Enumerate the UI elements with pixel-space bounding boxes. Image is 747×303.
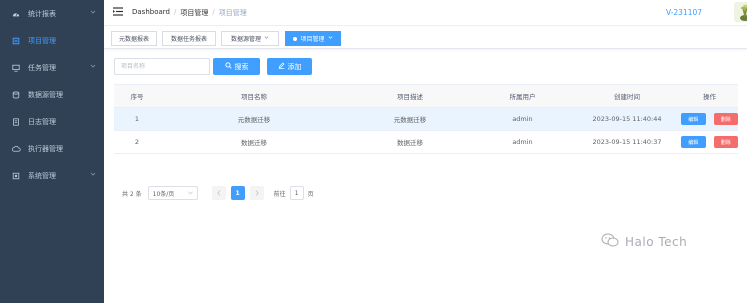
table-row[interactable]: 2 数据迁移 数据迁移 admin 2023-09-15 11:40:37 编辑… (114, 131, 738, 154)
watermark-text: Halo Tech (625, 234, 688, 249)
sidebar-item-label: 项目管理 (28, 36, 56, 45)
tag-label: 项目管理 (300, 36, 325, 43)
breadcrumb-separator: / (212, 8, 215, 16)
tag-project-management[interactable]: 项目管理 (285, 31, 341, 46)
project-name-input[interactable] (114, 58, 210, 75)
sidebar-item-label: 统计报表 (28, 9, 56, 18)
settings-icon (8, 172, 24, 180)
sidebar-item-executors[interactable]: 执行器管理 (0, 135, 104, 162)
close-icon[interactable] (264, 35, 269, 42)
cell-user: admin (512, 138, 533, 146)
gauge-icon (8, 10, 24, 18)
wechat-icon (601, 233, 619, 250)
column-header: 操作 (703, 93, 716, 101)
sidebar-item-datasource[interactable]: 数据源管理 (0, 81, 104, 108)
tag-datasource[interactable]: 数据源管理 (221, 31, 279, 46)
avatar[interactable] (734, 2, 747, 22)
breadcrumb-project-group[interactable]: 项目管理 (180, 8, 208, 18)
sidebar-item-label: 执行器管理 (28, 144, 63, 153)
tags-bar: 元数据报表 数据任务报表 数据源管理 项目管理 (104, 27, 747, 49)
cell-actions: 编辑 删除 (681, 136, 738, 148)
page-suffix-label: 页 (307, 190, 314, 198)
cell-desc: 数据迁移 (397, 139, 423, 147)
sidebar-item-statistics[interactable]: 统计报表 (0, 0, 104, 27)
version-label: V-231107 (666, 8, 703, 17)
column-header: 所属用户 (509, 93, 536, 101)
hamburger-icon[interactable] (113, 7, 123, 18)
goto-label: 前往 (273, 190, 286, 198)
sidebar-item-label: 系统管理 (28, 171, 56, 180)
database-icon (8, 91, 24, 99)
tag-label: 元数据报表 (118, 36, 149, 43)
cell-desc: 元数据迁移 (393, 116, 427, 124)
sidebar-item-label: 数据源管理 (28, 90, 63, 99)
next-page-button[interactable] (249, 186, 264, 200)
pagination: 共 2 条 10条/页 1 前往 1 页 (122, 186, 314, 200)
sidebar-item-tasks[interactable]: 任务管理 (0, 54, 104, 81)
column-header: 项目名称 (241, 93, 267, 101)
active-dot-icon (293, 36, 298, 41)
chevron-left-icon (216, 190, 220, 196)
breadcrumb-separator: / (173, 8, 177, 16)
column-header: 创建时间 (614, 93, 640, 101)
tag-data-task-report[interactable]: 数据任务报表 (162, 31, 216, 46)
breadcrumb-dashboard[interactable]: Dashboard (132, 8, 170, 18)
cell-index: 2 (134, 138, 140, 146)
edit-button[interactable]: 编辑 (681, 136, 706, 148)
cell-actions: 编辑 删除 (681, 113, 738, 125)
cell-created: 2023-09-15 11:40:37 (592, 138, 662, 146)
tag-metadata-report[interactable]: 元数据报表 (111, 31, 157, 46)
pagination-total: 共 2 条 (122, 190, 142, 198)
cell-user: admin (512, 115, 533, 123)
prev-page-button[interactable] (211, 186, 226, 200)
chevron-right-icon (255, 190, 259, 196)
add-button-label: 添加 (287, 62, 302, 71)
search-icon (224, 62, 232, 71)
sidebar-item-label: 日志管理 (28, 117, 56, 126)
tag-label: 数据任务报表 (170, 36, 207, 43)
table-header-row: 序号 项目名称 项目描述 所属用户 创建时间 操作 (114, 85, 738, 108)
edit-pen-icon (278, 62, 285, 71)
cell-index: 1 (134, 115, 140, 123)
sidebar-item-system[interactable]: 系统管理 (0, 162, 104, 189)
chevron-down-icon (187, 190, 193, 197)
add-button[interactable]: 添加 (267, 58, 312, 75)
chevron-down-icon (90, 171, 96, 179)
column-header: 序号 (130, 93, 144, 101)
cell-created: 2023-09-15 11:40:44 (592, 115, 662, 123)
navbar: Dashboard / 项目管理 / 项目管理 V-231107 (104, 0, 747, 26)
chevron-down-icon (90, 63, 96, 71)
search-button[interactable]: 搜索 (213, 58, 260, 75)
page-number-current[interactable]: 1 (230, 186, 245, 200)
breadcrumb: Dashboard / 项目管理 / 项目管理 (132, 8, 247, 18)
column-header: 项目描述 (397, 93, 423, 101)
project-table: 序号 项目名称 项目描述 所属用户 创建时间 操作 1 元数据迁移 元数据迁移 … (114, 84, 738, 154)
tag-label: 数据源管理 (230, 36, 261, 43)
cell-name: 元数据迁移 (237, 116, 271, 124)
search-button-label: 搜索 (234, 62, 249, 71)
cloud-icon (8, 145, 24, 153)
sidebar: 统计报表 项目管理 任务管理 数据源管理 日志管理 执行器管理 系统管理 (0, 0, 104, 303)
project-icon (8, 37, 24, 45)
chevron-down-icon (90, 9, 96, 17)
watermark: Halo Tech (601, 233, 687, 250)
sidebar-item-projects[interactable]: 项目管理 (0, 27, 104, 54)
table-row[interactable]: 1 元数据迁移 元数据迁移 admin 2023-09-15 11:40:44 … (114, 108, 738, 131)
page-size-select[interactable]: 10条/页 (147, 186, 198, 200)
sidebar-item-label: 任务管理 (28, 63, 56, 72)
cell-name: 数据迁移 (241, 139, 267, 147)
goto-page-input[interactable]: 1 (289, 186, 304, 200)
breadcrumb-current: 项目管理 (218, 9, 247, 17)
document-icon (8, 117, 24, 126)
monitor-icon (8, 64, 24, 72)
page-size-value: 10条/页 (152, 190, 175, 198)
delete-button[interactable]: 删除 (713, 136, 738, 148)
close-icon[interactable] (328, 35, 333, 42)
edit-button[interactable]: 编辑 (681, 113, 706, 125)
delete-button[interactable]: 删除 (713, 113, 738, 125)
sidebar-item-logs[interactable]: 日志管理 (0, 108, 104, 135)
